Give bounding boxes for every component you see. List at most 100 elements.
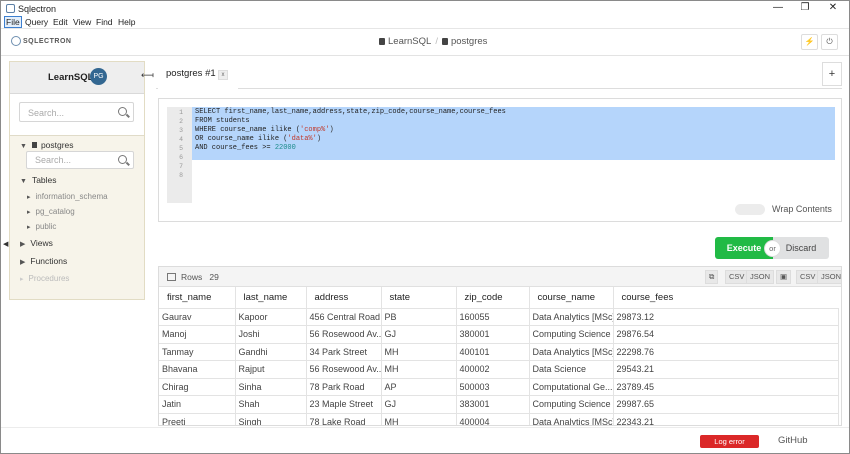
table-cell[interactable]: GJ bbox=[381, 325, 457, 344]
table-cell[interactable]: Joshi bbox=[235, 325, 307, 344]
table-cell[interactable]: Singh bbox=[235, 413, 307, 425]
table-cell[interactable]: 29543.21 bbox=[613, 360, 839, 379]
copy-icon[interactable]: ⧉ bbox=[705, 270, 719, 284]
table-cell[interactable]: 56 Rosewood Av... bbox=[306, 360, 382, 379]
table-cell[interactable]: 29987.65 bbox=[613, 395, 839, 414]
table-row[interactable]: Manoj Joshi 56 Rosewood Av... GJ 380001 Compu… bbox=[159, 325, 839, 344]
toggle-switch[interactable] bbox=[735, 204, 765, 216]
table-cell[interactable]: Rajput bbox=[235, 360, 307, 379]
table-cell[interactable]: 22343.21 bbox=[613, 413, 839, 425]
table-cell[interactable]: Gaurav bbox=[159, 308, 236, 326]
menu-find[interactable]: Find bbox=[96, 17, 113, 27]
table-cell[interactable]: Computational Ge... bbox=[529, 378, 614, 396]
column-header[interactable]: course_name bbox=[529, 287, 614, 309]
table-cell[interactable]: Gandhi bbox=[235, 343, 307, 361]
tree-tables[interactable]: ▼ Tables bbox=[20, 175, 57, 185]
table-row[interactable]: Gaurav Kapoor 456 Central Road PB 160055 Data… bbox=[159, 308, 839, 326]
table-row[interactable]: Tanmay Gandhi 34 Park Street MH 400101 Data A… bbox=[159, 343, 839, 361]
table-row[interactable]: Chirag Sinha 78 Park Road AP 500003 Computati… bbox=[159, 378, 839, 396]
log-error-button[interactable]: Log error bbox=[700, 435, 759, 448]
wrap-contents-toggle[interactable]: Wrap Contents bbox=[735, 204, 832, 216]
table-cell[interactable]: 78 Park Road bbox=[306, 378, 382, 396]
table-cell[interactable]: Sinha bbox=[235, 378, 307, 396]
column-header[interactable]: state bbox=[381, 287, 457, 309]
close-button[interactable]: ✕ bbox=[823, 2, 843, 13]
add-tab-button[interactable]: + bbox=[822, 62, 842, 86]
table-cell[interactable]: MH bbox=[381, 343, 457, 361]
column-header[interactable]: address bbox=[306, 287, 382, 309]
table-cell[interactable]: Data Analytics [MSc] bbox=[529, 343, 614, 361]
table-cell[interactable]: 400004 bbox=[456, 413, 530, 425]
sidebar-resize-handle[interactable]: ⟻ bbox=[141, 70, 154, 81]
table-cell[interactable]: Computing Science bbox=[529, 325, 614, 344]
tree-procedures[interactable]: ▸ Procedures bbox=[20, 274, 69, 283]
table-cell[interactable]: Preeti bbox=[159, 413, 236, 425]
sqlectron-logo[interactable]: SQLECTRON bbox=[11, 36, 71, 46]
tree-database-postgres[interactable]: ▼ postgres bbox=[20, 140, 74, 150]
sidebar-search-input[interactable]: Search... bbox=[19, 102, 134, 122]
save-csv-button[interactable]: CSV bbox=[796, 270, 820, 284]
table-cell[interactable]: 400101 bbox=[456, 343, 530, 361]
power-icon[interactable]: ⏻ bbox=[821, 34, 838, 50]
table-row[interactable]: Bhavana Rajput 56 Rosewood Av... MH 400002 Da… bbox=[159, 360, 839, 379]
tab-postgres-1[interactable]: postgres #1 x bbox=[158, 60, 238, 90]
copy-csv-button[interactable]: CSV bbox=[725, 270, 749, 284]
table-cell[interactable]: GJ bbox=[381, 395, 457, 414]
table-row[interactable]: Preeti Singh 78 Lake Road MH 400004 Data Anal… bbox=[159, 413, 839, 425]
column-header[interactable]: course_fees bbox=[613, 287, 838, 309]
menu-help[interactable]: Help bbox=[118, 17, 135, 27]
menu-query[interactable]: Query bbox=[25, 17, 48, 27]
sidebar-toggle-icon[interactable]: ◀ bbox=[3, 240, 8, 248]
table-cell[interactable]: 23789.45 bbox=[613, 378, 839, 396]
tab-close-icon[interactable]: x bbox=[218, 70, 228, 80]
table-cell[interactable]: AP bbox=[381, 378, 457, 396]
table-cell[interactable]: Data Analytics [MSc] bbox=[529, 413, 614, 425]
table-cell[interactable]: Data Analytics [MSc] bbox=[529, 308, 614, 326]
table-cell[interactable]: Data Science bbox=[529, 360, 614, 379]
tree-table-pg-catalog[interactable]: ▸ pg_catalog bbox=[27, 207, 75, 216]
table-cell[interactable]: 400002 bbox=[456, 360, 530, 379]
table-cell[interactable]: MH bbox=[381, 360, 457, 379]
table-cell[interactable]: 56 Rosewood Av... bbox=[306, 325, 382, 344]
server-header[interactable]: LearnSQL PG bbox=[10, 62, 144, 94]
save-icon[interactable]: ▣ bbox=[776, 270, 792, 284]
copy-json-button[interactable]: JSON bbox=[746, 270, 775, 284]
table-cell[interactable]: Chirag bbox=[159, 378, 236, 396]
tree-functions[interactable]: ▶ Functions bbox=[20, 256, 67, 266]
column-header[interactable]: first_name bbox=[159, 287, 236, 309]
column-header[interactable]: zip_code bbox=[456, 287, 530, 309]
table-cell[interactable]: Bhavana bbox=[159, 360, 236, 379]
menu-file[interactable]: File bbox=[4, 16, 22, 28]
table-cell[interactable]: 456 Central Road bbox=[306, 308, 382, 326]
table-cell[interactable]: Shah bbox=[235, 395, 307, 414]
table-cell[interactable]: Manoj bbox=[159, 325, 236, 344]
table-cell[interactable]: Kapoor bbox=[235, 308, 307, 326]
plug-icon[interactable]: ⚡ bbox=[801, 34, 818, 50]
table-cell[interactable]: 383001 bbox=[456, 395, 530, 414]
table-cell[interactable]: 22298.76 bbox=[613, 343, 839, 361]
database-search-input[interactable]: Search... bbox=[26, 151, 134, 169]
table-cell[interactable]: Jatin bbox=[159, 395, 236, 414]
tree-table-information-schema[interactable]: ▸ information_schema bbox=[27, 192, 108, 201]
table-cell[interactable]: Tanmay bbox=[159, 343, 236, 361]
maximize-button[interactable]: ❐ bbox=[795, 2, 815, 13]
menu-edit[interactable]: Edit bbox=[53, 17, 68, 27]
table-cell[interactable]: MH bbox=[381, 413, 457, 425]
minimize-button[interactable]: — bbox=[768, 2, 788, 13]
menu-view[interactable]: View bbox=[73, 17, 91, 27]
table-cell[interactable]: 29873.12 bbox=[613, 308, 839, 326]
column-header[interactable]: last_name bbox=[235, 287, 307, 309]
github-link[interactable]: GitHub bbox=[778, 435, 808, 446]
table-row[interactable]: Jatin Shah 23 Maple Street GJ 383001 Computin… bbox=[159, 395, 839, 414]
table-cell[interactable]: 23 Maple Street bbox=[306, 395, 382, 414]
tree-table-public[interactable]: ▸ public bbox=[27, 222, 56, 231]
table-cell[interactable]: 34 Park Street bbox=[306, 343, 382, 361]
table-cell[interactable]: 500003 bbox=[456, 378, 530, 396]
table-cell[interactable]: Computing Science bbox=[529, 395, 614, 414]
table-cell[interactable]: 29876.54 bbox=[613, 325, 839, 344]
discard-button[interactable]: Discard bbox=[773, 237, 829, 259]
code-selection[interactable]: SELECT first_name,last_name,address,stat… bbox=[192, 107, 835, 160]
table-cell[interactable]: 380001 bbox=[456, 325, 530, 344]
table-cell[interactable]: 78 Lake Road bbox=[306, 413, 382, 425]
save-json-button[interactable]: JSON bbox=[817, 270, 841, 284]
